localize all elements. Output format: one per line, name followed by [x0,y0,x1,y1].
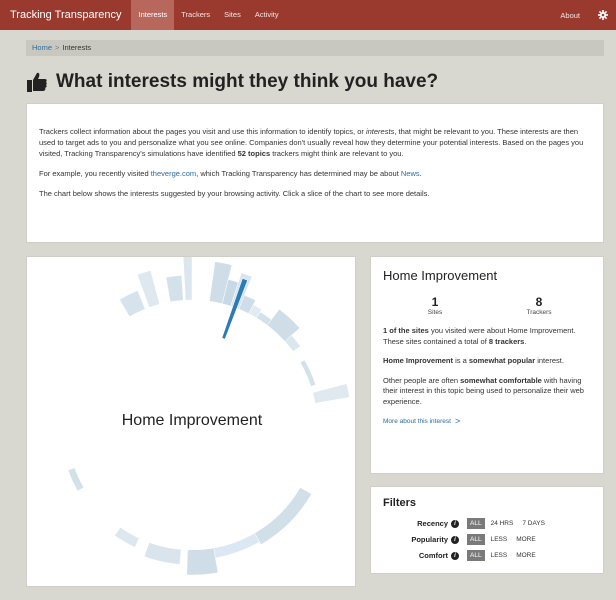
filter-label-text: Recency [417,519,448,528]
chart-center-label: Home Improvement [121,412,263,429]
intro-text: For example, you recently visited [39,169,151,178]
intro-paragraph-2: For example, you recently visited thever… [39,168,591,179]
detail-text: Other people are often [383,375,461,385]
intro-em: interests [365,127,395,136]
detail-strong: 1 of the sites [383,326,429,335]
intro-card: Trackers collect information about the p… [26,103,604,243]
breadcrumb-separator: > [55,43,60,52]
sunburst-outer-slice[interactable] [182,257,193,301]
filter-label-text: Comfort [418,551,448,560]
filter-row-popularity: Popularity i ALL LESS MORE [383,533,591,546]
filter-option[interactable]: MORE [513,550,539,561]
nav-item-interests[interactable]: Interests [131,0,175,30]
filters-card: Filters Recency i ALL 24 HRS 7 DAYS Popul… [370,486,604,574]
page-title-text: What interests might they think you have… [56,71,439,92]
intro-text: . [419,169,422,178]
sunburst-outer-slice[interactable] [119,290,146,318]
trackers-label: Trackers [526,309,552,316]
filter-row-comfort: Comfort i ALL LESS MORE [383,549,591,562]
trackers-count: 8 [535,295,543,309]
intro-text: , which Tracking Transparency has determ… [196,169,401,178]
nav-item-activity[interactable]: Activity [248,0,286,30]
nav-right: About [550,0,616,30]
filter-option[interactable]: MORE [513,534,539,545]
top-navbar: Tracking Transparency Interests Trackers… [0,0,616,30]
filters-title: Filters [383,497,417,509]
filter-label-text: Popularity [411,535,448,544]
intro-paragraph-3: The chart below shows the interests sugg… [39,189,430,198]
detail-paragraph-3: Other people are often somewhat comforta… [383,376,591,408]
info-icon[interactable]: i [451,519,459,528]
sunburst-outer-slice[interactable] [254,487,312,545]
intro-text: trackers might think are relevant to you… [270,149,404,158]
interest-detail-card: Home Improvement 1 Sites 8 Trackers 1 of… [370,256,604,474]
nav-item-about[interactable]: About [550,11,590,20]
detail-text: interest. [535,356,564,365]
filter-label: Popularity i [383,535,459,544]
detail-paragraph-1: 1 of the sites you visited were about Ho… [383,326,591,347]
page-title: What interests might they think you have… [26,68,438,96]
sunburst-outer-slice[interactable] [213,532,260,559]
detail-paragraph-2: Home Improvement is a somewhat popular i… [383,356,591,367]
sunburst-outer-slice[interactable] [114,527,140,548]
detail-strong: Home Improvement [383,356,454,365]
sites-label: Sites [427,309,443,316]
intro-paragraph-1: Trackers collect information about the p… [39,126,591,159]
detail-strong: somewhat popular [468,356,536,365]
sunburst-outer-slice[interactable] [312,383,350,404]
nav-item-sites[interactable]: Sites [217,0,248,30]
gear-icon[interactable] [590,0,616,30]
detail-text: is a [453,356,469,365]
info-icon[interactable]: i [451,551,459,560]
site-link[interactable]: theverge.com [151,169,196,178]
breadcrumb-home[interactable]: Home [32,43,52,52]
sunburst-outer-slice[interactable] [186,547,219,576]
sunburst-outer-slice[interactable] [165,275,184,303]
topic-link[interactable]: News [401,169,420,178]
sunburst-outer-slice[interactable] [266,308,301,342]
app-brand[interactable]: Tracking Transparency [0,9,131,21]
sunburst-outer-slice[interactable] [143,542,182,565]
filter-option[interactable]: ALL [467,518,485,529]
chevron-right-icon: > [454,416,461,426]
info-icon[interactable]: i [451,535,459,544]
filter-option[interactable]: LESS [488,550,511,561]
filter-option[interactable]: LESS [488,534,511,545]
breadcrumb-current: Interests [62,43,92,52]
thumbs-up-icon [27,72,47,92]
filter-option[interactable]: 7 DAYS [519,518,548,529]
detail-title: Home Improvement [383,268,498,283]
filter-row-recency: Recency i ALL 24 HRS 7 DAYS [383,517,591,530]
breadcrumb: Home > Interests [26,40,604,56]
filter-option[interactable]: 24 HRS [488,518,517,529]
detail-stats: 1 Sites 8 Trackers [383,295,591,316]
filter-option[interactable]: ALL [467,550,485,561]
sunburst-chart-card: Home Improvement [26,256,356,587]
topic-count: 52 topics [237,149,271,158]
sunburst-outer-slice[interactable] [67,467,85,492]
more-about-interest-link[interactable]: More about this interest > [383,416,591,426]
detail-strong: 8 trackers [488,336,525,346]
filter-label: Recency i [383,519,459,528]
intro-text: Trackers collect information about the p… [39,127,366,136]
sites-count: 1 [431,295,439,309]
sites-stat: 1 Sites [390,295,480,316]
filter-option[interactable]: ALL [467,534,485,545]
more-link-label: More about this interest [383,417,451,425]
detail-text: . [524,336,527,346]
sunburst-outer-slice[interactable] [299,359,316,387]
filter-label: Comfort i [383,551,459,560]
trackers-stat: 8 Trackers [494,295,584,316]
detail-strong: somewhat comfortable [460,375,542,385]
nav-item-trackers[interactable]: Trackers [174,0,217,30]
